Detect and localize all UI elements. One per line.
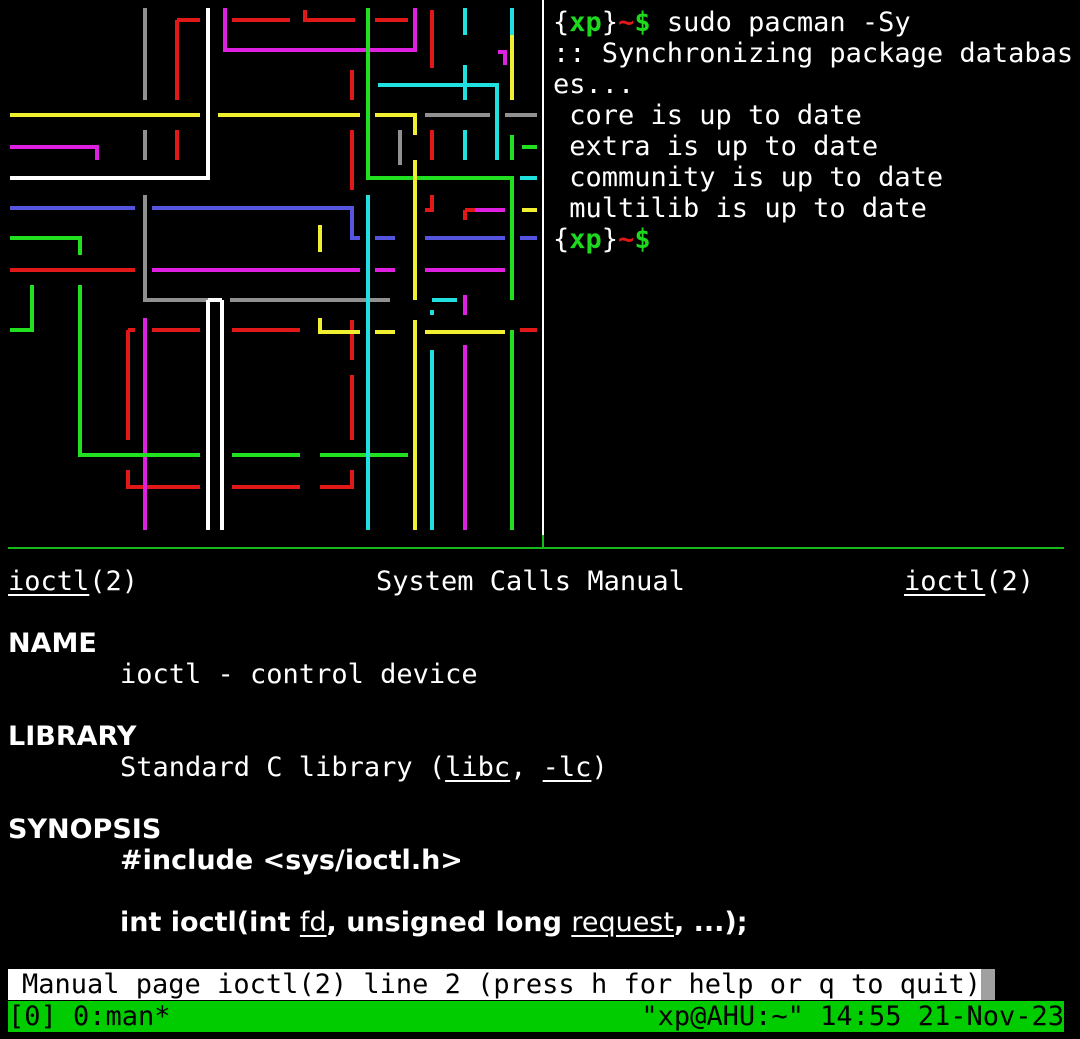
tmux-status-bar: [0] 0:man* "xp@AHU:~" 14:55 21-Nov-23 xyxy=(8,1001,1064,1032)
prototype-part: , unsigned long xyxy=(326,907,572,938)
tmux-status-right: "xp@AHU:~" 14:55 21-Nov-23 xyxy=(641,1001,1064,1032)
prototype-param-request: request xyxy=(571,907,674,938)
pane-divider-horizontal[interactable] xyxy=(8,547,1064,549)
output-line: multilib is up to date xyxy=(553,193,927,224)
man-header-left: ioctl(2) xyxy=(8,566,138,597)
terminal-pane[interactable]: {xp}~$ sudo pacman -Sy :: Synchronizing … xyxy=(553,7,1073,255)
command-text: sudo pacman -Sy xyxy=(650,7,911,38)
library-prefix: Standard C library ( xyxy=(120,752,446,783)
section-heading-synopsis: SYNOPSIS xyxy=(8,814,162,845)
prompt-user: xp xyxy=(569,224,602,255)
library-line: Standard C library (libc, -lc) xyxy=(120,752,608,783)
man-header-left-section: (2) xyxy=(89,566,139,597)
pipe-blue xyxy=(10,206,537,240)
output-line: core is up to date xyxy=(553,100,862,131)
prompt-brace-open: { xyxy=(553,7,570,38)
man-header-right: ioctl(2) xyxy=(904,566,1034,597)
pager-status-line: Manual page ioctl(2) line 2 (press h for… xyxy=(8,969,996,1000)
prompt-brace-close: } xyxy=(601,224,619,255)
section-heading-name: NAME xyxy=(8,628,97,659)
man-header-right-section: (2) xyxy=(985,566,1035,597)
prompt-tilde: ~ xyxy=(618,224,635,255)
prompt-line: {xp}~$ xyxy=(553,224,1073,255)
output-line: :: Synchronizing package databas xyxy=(553,38,1074,69)
output-line: extra is up to date xyxy=(553,131,879,162)
prompt-dollar: $ xyxy=(634,7,651,38)
library-separator: , xyxy=(510,752,543,783)
text-cursor xyxy=(981,969,996,1000)
prompt-user: xp xyxy=(569,7,602,38)
synopsis-prototype: int ioctl(int fd, unsigned long request,… xyxy=(120,907,748,938)
prompt-line: {xp}~$ sudo pacman -Sy xyxy=(553,7,1073,38)
pipe-red xyxy=(10,10,537,489)
pager-status-text: Manual page ioctl(2) line 2 (press h for… xyxy=(22,969,982,1000)
prompt-dollar: $ xyxy=(634,224,651,255)
prototype-part: int ioctl(int xyxy=(120,907,300,938)
man-header-left-name: ioctl xyxy=(8,566,90,597)
section-heading-library: LIBRARY xyxy=(8,721,137,752)
library-suffix: ) xyxy=(591,752,608,783)
prototype-part: , ...); xyxy=(673,907,748,938)
man-header-right-name: ioctl xyxy=(904,566,986,597)
prompt-brace-close: } xyxy=(601,7,619,38)
synopsis-include: #include <sys/ioctl.h> xyxy=(120,845,463,876)
name-description: ioctl - control device xyxy=(120,659,478,690)
pane-divider-junction xyxy=(542,535,544,549)
output-line: es... xyxy=(553,69,635,100)
prototype-param-fd: fd xyxy=(299,907,327,938)
tmux-window-list[interactable]: [0] 0:man* xyxy=(8,1001,171,1032)
library-lc-flag: -lc xyxy=(542,752,592,783)
prompt-brace-open: { xyxy=(553,224,570,255)
prompt-tilde: ~ xyxy=(618,7,635,38)
pipes-screensaver-art xyxy=(10,8,537,530)
output-line: community is up to date xyxy=(553,162,944,193)
library-libc: libc xyxy=(445,752,511,783)
man-header-center: System Calls Manual xyxy=(376,566,685,597)
pane-divider-vertical[interactable] xyxy=(542,0,544,548)
